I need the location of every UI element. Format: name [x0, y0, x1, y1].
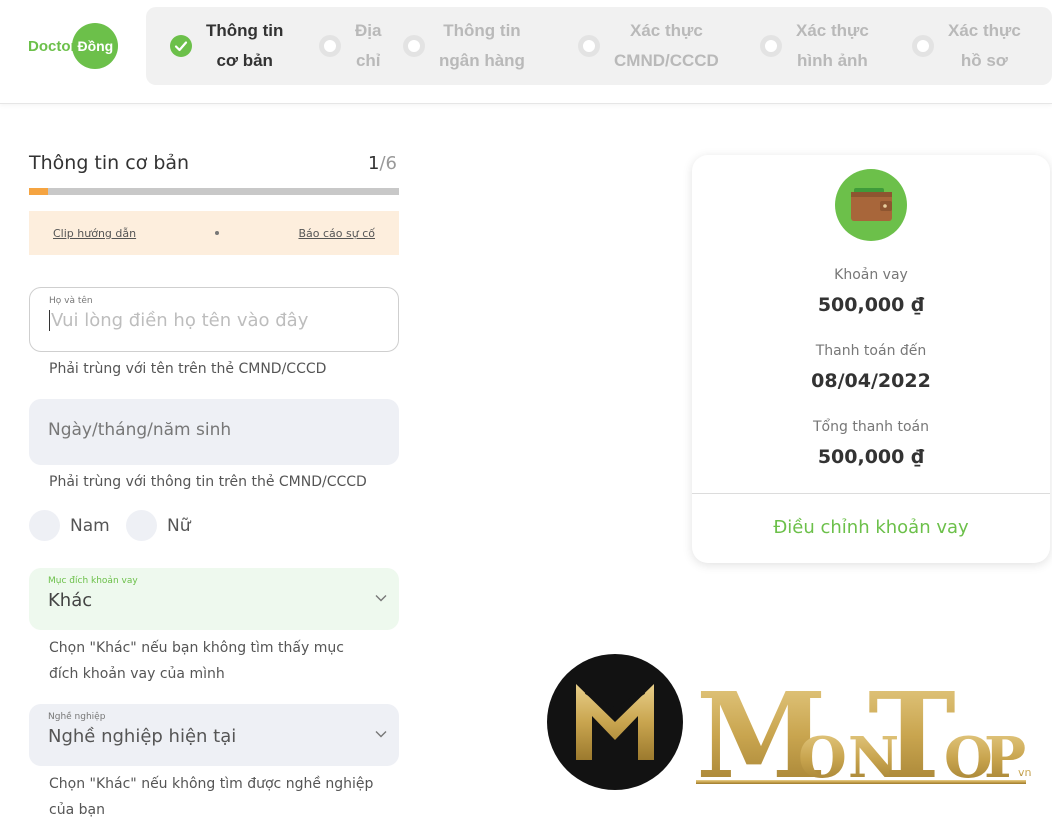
step-label: Thông tin cơ bản — [206, 21, 284, 70]
radio-female[interactable] — [126, 510, 157, 541]
step-dot-icon — [403, 35, 425, 57]
step-label: Thông tin ngân hàng — [439, 21, 525, 70]
montop-watermark-logo: M O N T O P vn — [547, 654, 1032, 792]
step-photo-verification[interactable]: Xác thực hình ảnh — [760, 7, 869, 85]
separator-dot — [215, 231, 220, 235]
step-basic-info[interactable]: Thông tin cơ bản — [170, 7, 283, 85]
total-payment-label: Tổng thanh toán — [813, 419, 929, 435]
step-dot-icon — [912, 35, 934, 57]
birthdate-hint: Phải trùng với thông tin trên thẻ CMND/C… — [49, 474, 367, 490]
step-profile-verification[interactable]: Xác thực hồ sơ — [912, 7, 1021, 85]
step-label: Địa chỉ — [355, 21, 382, 70]
logo-text: Doctor — [28, 37, 77, 55]
doctor-dong-logo[interactable]: Doctor Đồng — [28, 22, 119, 70]
occupation-label: Nghề nghiệp — [48, 712, 106, 722]
full-name-hint: Phải trùng với tên trên thẻ CMND/CCCD — [49, 361, 327, 377]
adjust-loan-button[interactable]: Điều chỉnh khoản vay — [692, 517, 1050, 538]
progress-fill — [29, 188, 48, 195]
step-label: Xác thực hồ sơ — [948, 21, 1021, 70]
total-payment-value: 500,000 ₫ — [817, 446, 925, 468]
report-issue-link[interactable]: Báo cáo sự cố — [298, 227, 375, 240]
due-date-value: 08/04/2022 — [811, 370, 931, 392]
loan-amount-value: 500,000 ₫ — [817, 294, 925, 316]
loan-amount-label: Khoản vay — [834, 267, 908, 283]
step-address[interactable]: Địa chỉ — [319, 7, 381, 85]
card-divider — [692, 493, 1050, 494]
step-label: Xác thực CMND/CCCD — [614, 21, 719, 70]
gender-female-label: Nữ — [167, 515, 191, 536]
step-dot-icon — [578, 35, 600, 57]
gender-female-option[interactable]: Nữ — [126, 510, 191, 541]
video-guide-link[interactable]: Clip hướng dẫn — [53, 227, 136, 240]
occupation-value: Nghề nghiệp hiện tại — [48, 726, 237, 747]
loan-purpose-label: Mục đích khoản vay — [48, 576, 138, 586]
section-title: Thông tin cơ bản — [29, 152, 190, 174]
chevron-down-icon — [375, 731, 387, 738]
gender-male-option[interactable]: Nam — [29, 510, 110, 541]
check-icon — [170, 35, 192, 57]
header: Doctor Đồng Thông tin cơ bản Địa chỉ Thông… — [0, 0, 1052, 104]
chevron-down-icon — [375, 595, 387, 602]
loan-summary-card: Khoản vay 500,000 ₫ Thanh toán đến 08/04… — [692, 155, 1050, 563]
birthdate-placeholder: Ngày/tháng/năm sinh — [48, 420, 232, 440]
svg-text:vn: vn — [1018, 766, 1032, 779]
step-dot-icon — [319, 35, 341, 57]
full-name-input[interactable]: Họ và tên Vui lòng điền họ tên vào đây — [29, 287, 399, 352]
progress-stepper: Thông tin cơ bản Địa chỉ Thông tin ngân hàn… — [146, 7, 1052, 85]
help-bar: Clip hướng dẫn Báo cáo sự cố — [29, 211, 399, 255]
form-progress-bar — [29, 188, 399, 195]
due-date-label: Thanh toán đến — [815, 343, 927, 359]
step-id-verification[interactable]: Xác thực CMND/CCCD — [578, 7, 719, 85]
full-name-placeholder: Vui lòng điền họ tên vào đây — [49, 310, 309, 331]
step-bank-info[interactable]: Thông tin ngân hàng — [403, 7, 525, 85]
gender-male-label: Nam — [70, 515, 110, 536]
step-counter: 1/6 — [368, 153, 397, 174]
wallet-icon — [835, 169, 907, 241]
birthdate-input[interactable]: Ngày/tháng/năm sinh — [29, 399, 399, 465]
occupation-hint: Chọn "Khác" nếu không tìm được nghề nghi… — [49, 776, 374, 818]
loan-purpose-hint: Chọn "Khác" nếu bạn không tìm thấy mục đ… — [49, 640, 344, 682]
radio-male[interactable] — [29, 510, 60, 541]
full-name-label: Họ và tên — [49, 296, 93, 306]
logo-badge: Đồng — [72, 23, 119, 69]
occupation-select[interactable]: Nghề nghiệp Nghề nghiệp hiện tại — [29, 704, 399, 766]
step-dot-icon — [760, 35, 782, 57]
loan-purpose-select[interactable]: Mục đích khoản vay Khác — [29, 568, 399, 630]
loan-purpose-value: Khác — [48, 590, 93, 611]
step-label: Xác thực hình ảnh — [796, 21, 869, 70]
svg-text:T: T — [868, 666, 956, 792]
